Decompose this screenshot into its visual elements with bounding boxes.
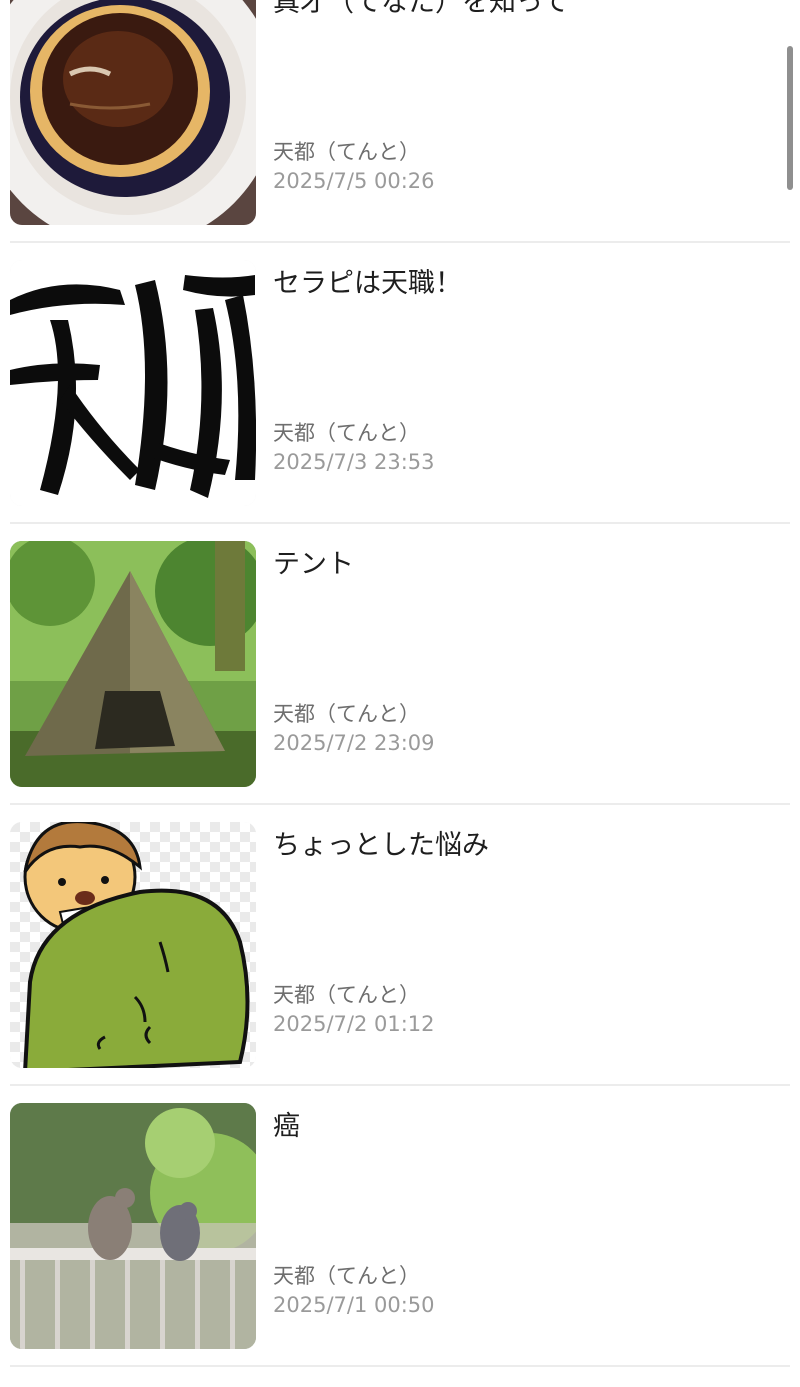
- cartoon-illustration-icon: [10, 822, 256, 1068]
- post-date: 2025/7/3 23:53: [273, 450, 435, 474]
- divider: [10, 1084, 790, 1086]
- post-thumbnail-doves[interactable]: [10, 1103, 256, 1349]
- post-date: 2025/7/2 01:12: [273, 1012, 435, 1036]
- post-title[interactable]: 癌: [273, 1109, 300, 1145]
- post-thumbnail-cartoon[interactable]: [10, 822, 256, 1068]
- post-title[interactable]: ちょっとした悩み: [273, 828, 489, 864]
- post-date: 2025/7/5 00:26: [273, 169, 435, 193]
- post-thumbnail-pudding[interactable]: [10, 0, 256, 225]
- post-item[interactable]: セラピは天職！ 天都（てんと） 2025/7/3 23:53: [10, 260, 790, 506]
- post-item[interactable]: ちょっとした悩み 天都（てんと） 2025/7/2 01:12: [10, 822, 790, 1068]
- post-author: 天都（てんと）: [273, 421, 420, 445]
- post-author: 天都（てんと）: [273, 702, 420, 726]
- post-item[interactable]: 癌 天都（てんと） 2025/7/1 00:50: [10, 1103, 790, 1349]
- post-thumbnail-tent[interactable]: [10, 541, 256, 787]
- post-item[interactable]: 真才（てなた）を知って 天都（てんと） 2025/7/5 00:26: [10, 0, 790, 225]
- doves-photo-icon: [10, 1103, 256, 1349]
- post-thumbnail-calligraphy[interactable]: [10, 260, 256, 506]
- post-author: 天都（てんと）: [273, 1264, 420, 1288]
- tent-photo-icon: [10, 541, 256, 787]
- post-title[interactable]: 真才（てなた）を知って: [273, 0, 569, 21]
- post-item[interactable]: テント 天都（てんと） 2025/7/2 23:09: [10, 541, 790, 787]
- scrollbar[interactable]: [787, 46, 793, 190]
- post-title[interactable]: テント: [273, 547, 354, 583]
- divider: [10, 522, 790, 524]
- divider: [10, 803, 790, 805]
- post-author: 天都（てんと）: [273, 140, 420, 164]
- post-date: 2025/7/1 00:50: [273, 1293, 435, 1317]
- calligraphy-image-icon: [10, 260, 256, 506]
- post-date: 2025/7/2 23:09: [273, 731, 435, 755]
- divider: [10, 1365, 790, 1367]
- divider: [10, 241, 790, 243]
- post-title[interactable]: セラピは天職！: [273, 266, 462, 302]
- post-author: 天都（てんと）: [273, 983, 420, 1007]
- pudding-photo-icon: [10, 0, 256, 225]
